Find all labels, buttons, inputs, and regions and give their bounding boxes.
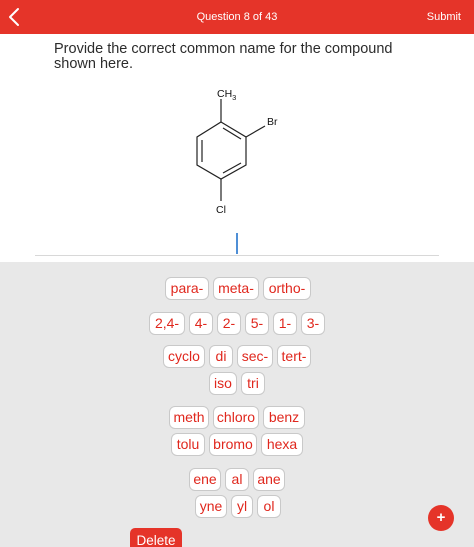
answer-input[interactable] <box>35 228 439 256</box>
tile-meta[interactable]: meta- <box>213 277 259 300</box>
tile-hexa[interactable]: hexa <box>261 433 303 456</box>
tile-para[interactable]: para- <box>165 277 209 300</box>
tile-3[interactable]: 3- <box>301 312 325 335</box>
substituent-bonds <box>220 99 266 201</box>
tile-sec[interactable]: sec- <box>237 345 273 368</box>
tile-tolu[interactable]: tolu <box>171 433 205 456</box>
tile-ol[interactable]: ol <box>257 495 281 518</box>
tile-chloro[interactable]: chloro <box>213 406 259 429</box>
tile-cyclo[interactable]: cyclo <box>163 345 205 368</box>
chemical-structure: CH3 Br Cl <box>196 88 278 216</box>
tile-2[interactable]: 2- <box>217 312 241 335</box>
methyl-label: CH3 <box>217 88 236 102</box>
text-caret <box>236 233 238 254</box>
add-button[interactable]: + <box>428 505 454 531</box>
chloro-label: Cl <box>216 204 226 216</box>
tile-bromo[interactable]: bromo <box>209 433 257 456</box>
tile-ane[interactable]: ane <box>253 468 285 491</box>
tile-1[interactable]: 1- <box>273 312 297 335</box>
delete-button[interactable]: Delete <box>130 528 182 547</box>
tile-meth[interactable]: meth <box>169 406 209 429</box>
tile-ortho[interactable]: ortho- <box>263 277 311 300</box>
tile-tri[interactable]: tri <box>241 372 265 395</box>
tile-5[interactable]: 5- <box>245 312 269 335</box>
tile-yne[interactable]: yne <box>195 495 227 518</box>
tile-ene[interactable]: ene <box>189 468 221 491</box>
tile-di[interactable]: di <box>209 345 233 368</box>
tile-2-4[interactable]: 2,4- <box>149 312 185 335</box>
tile-4[interactable]: 4- <box>189 312 213 335</box>
tile-al[interactable]: al <box>225 468 249 491</box>
tile-tert[interactable]: tert- <box>277 345 311 368</box>
tile-benz[interactable]: benz <box>263 406 305 429</box>
tile-iso[interactable]: iso <box>209 372 237 395</box>
bromo-label: Br <box>267 116 278 128</box>
tile-yl[interactable]: yl <box>231 495 253 518</box>
benzene-ring <box>196 121 247 180</box>
